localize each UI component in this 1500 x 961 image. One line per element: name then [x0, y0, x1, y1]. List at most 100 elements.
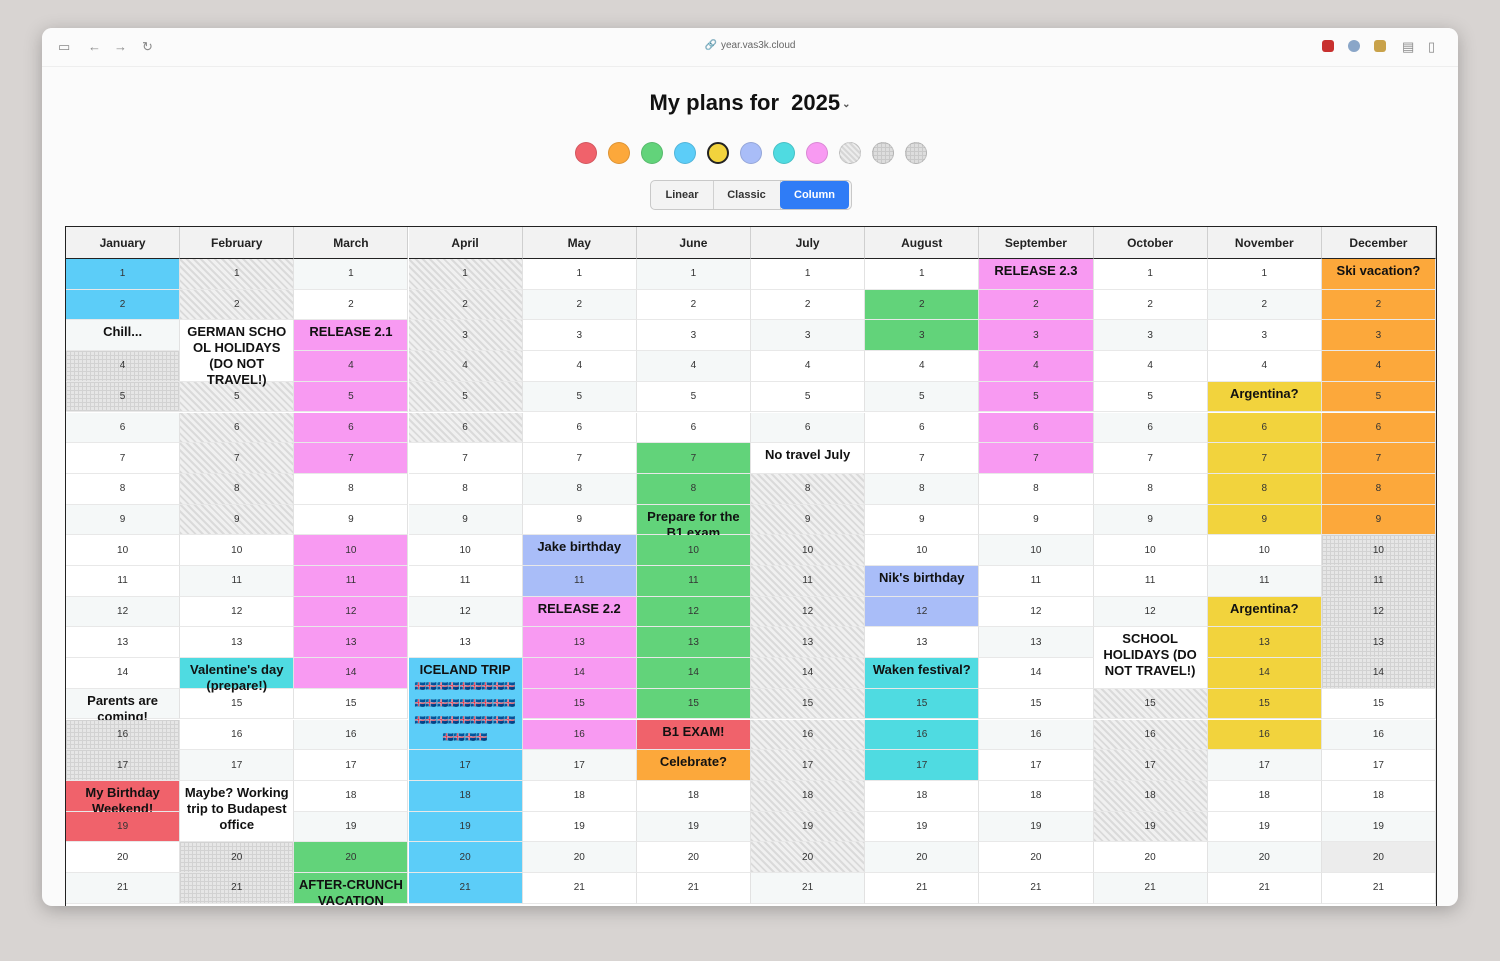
day-cell[interactable]: 19 — [865, 811, 980, 843]
day-cell[interactable]: 12 — [66, 596, 181, 628]
day-cell[interactable]: 11 — [979, 566, 1094, 597]
view-mode-linear[interactable]: Linear — [651, 181, 714, 209]
day-cell[interactable]: 19 — [751, 811, 866, 843]
day-cell[interactable]: 4 — [1093, 351, 1208, 382]
day-cell[interactable]: 16 — [522, 719, 637, 751]
day-cell[interactable]: 15 — [1093, 688, 1208, 720]
day-cell[interactable]: 13 — [180, 627, 295, 659]
year-selector[interactable]: 2025 — [791, 90, 840, 115]
day-cell[interactable]: 9 — [294, 504, 409, 536]
day-cell[interactable]: 7 — [636, 443, 751, 474]
day-cell[interactable]: 11 — [294, 566, 409, 597]
day-cell[interactable]: 20 — [865, 842, 980, 873]
day-cell[interactable]: 17 — [66, 750, 181, 781]
event-label[interactable]: RELEASE 2.1 — [296, 324, 405, 340]
day-cell[interactable]: 2 — [1207, 289, 1322, 321]
day-cell[interactable]: 10 — [979, 535, 1094, 566]
day-cell[interactable]: 4 — [294, 351, 409, 382]
day-cell[interactable]: 11 — [1093, 566, 1208, 597]
day-cell[interactable]: 1 — [636, 259, 751, 290]
day-cell[interactable]: 19 — [1207, 811, 1322, 843]
day-cell[interactable]: 17 — [180, 750, 295, 781]
day-cell[interactable]: 15 — [294, 688, 409, 720]
event-label[interactable]: Argentina? — [1210, 601, 1319, 617]
day-cell[interactable]: 6 — [1321, 412, 1436, 444]
day-cell[interactable]: 9 — [1207, 504, 1322, 536]
day-cell[interactable]: 21 — [1207, 873, 1322, 904]
day-cell[interactable]: 5 — [66, 381, 181, 413]
day-cell[interactable]: Prepare for the B1 exam — [636, 504, 751, 540]
day-cell[interactable]: 21 — [865, 873, 980, 904]
day-cell[interactable]: 13 — [408, 627, 523, 659]
day-cell[interactable]: 20 — [66, 842, 181, 873]
day-cell[interactable]: 17 — [1093, 750, 1208, 781]
color-swatch[interactable] — [575, 142, 597, 164]
day-cell[interactable]: 12 — [979, 596, 1094, 628]
day-cell[interactable]: 17 — [1207, 750, 1322, 781]
address-bar[interactable]: 🔗 year.vas3k.cloud — [42, 40, 1458, 51]
day-cell[interactable]: 19 — [66, 811, 181, 843]
day-cell[interactable]: 18 — [1321, 780, 1436, 812]
event-block[interactable]: ICELAND TRIP 🇮🇸🇮🇸🇮🇸🇮🇸🇮🇸🇮🇸🇮🇸🇮🇸🇮🇸🇮🇸🇮🇸🇮🇸🇮🇸🇮🇸… — [408, 658, 523, 751]
day-cell[interactable]: 5 — [408, 381, 523, 413]
day-cell[interactable]: 18 — [408, 780, 523, 812]
day-cell[interactable]: 13 — [1321, 627, 1436, 659]
day-cell[interactable]: 10 — [1093, 535, 1208, 566]
day-cell[interactable]: 18 — [636, 780, 751, 812]
color-swatch[interactable] — [806, 142, 828, 164]
day-cell[interactable]: 17 — [979, 750, 1094, 781]
day-cell[interactable]: 16 — [180, 719, 295, 751]
event-block[interactable]: SCHOOL HOLIDAYS (DO NOT TRAVEL!) — [1093, 627, 1208, 689]
day-cell[interactable]: 19 — [636, 811, 751, 843]
day-cell[interactable]: 1 — [1207, 259, 1322, 290]
event-block[interactable]: Maybe? Working trip to Budapest office — [180, 780, 295, 843]
day-cell[interactable]: 10 — [294, 535, 409, 566]
color-swatch[interactable] — [674, 142, 696, 164]
day-cell[interactable]: 12 — [1093, 596, 1208, 628]
day-cell[interactable]: 5 — [979, 381, 1094, 413]
day-cell[interactable]: 14 — [294, 658, 409, 689]
day-cell[interactable]: 18 — [751, 780, 866, 812]
day-cell[interactable]: 6 — [408, 412, 523, 444]
day-cell[interactable]: 10 — [1321, 535, 1436, 566]
day-cell[interactable]: 14 — [522, 658, 637, 689]
day-cell[interactable]: 7 — [979, 443, 1094, 474]
day-cell[interactable]: 16 — [66, 719, 181, 751]
day-cell[interactable]: 8 — [66, 473, 181, 505]
day-cell[interactable]: 8 — [294, 473, 409, 505]
day-cell[interactable]: 11 — [1321, 566, 1436, 597]
day-cell[interactable]: 5 — [522, 381, 637, 413]
day-cell[interactable]: 19 — [1093, 811, 1208, 843]
day-cell[interactable]: 4 — [522, 351, 637, 382]
day-cell[interactable]: 13 — [294, 627, 409, 659]
day-cell[interactable]: 1 — [522, 259, 637, 290]
day-cell[interactable]: 2 — [522, 289, 637, 321]
day-cell[interactable]: 5 — [636, 381, 751, 413]
day-cell[interactable]: 17 — [522, 750, 637, 781]
day-cell[interactable]: 7 — [180, 443, 295, 474]
day-cell[interactable]: 3 — [1207, 320, 1322, 352]
day-cell[interactable]: 5 — [1093, 381, 1208, 413]
day-cell[interactable]: Nik's birthday — [865, 566, 980, 597]
day-cell[interactable]: 21 — [180, 873, 295, 904]
day-cell[interactable]: 16 — [1093, 719, 1208, 751]
day-cell[interactable]: 20 — [180, 842, 295, 873]
day-cell[interactable]: 2 — [408, 289, 523, 321]
day-cell[interactable]: 1 — [865, 259, 980, 290]
day-cell[interactable]: 8 — [1321, 473, 1436, 505]
day-cell[interactable]: 15 — [979, 688, 1094, 720]
day-cell[interactable]: 4 — [979, 351, 1094, 382]
day-cell[interactable]: 18 — [1207, 780, 1322, 812]
day-cell[interactable]: 2 — [979, 289, 1094, 321]
day-cell[interactable]: 17 — [865, 750, 980, 781]
day-cell[interactable]: 21 — [751, 873, 866, 904]
day-cell[interactable]: 4 — [636, 351, 751, 382]
day-cell[interactable]: 20 — [522, 842, 637, 873]
event-label[interactable]: RELEASE 2.3 — [981, 263, 1090, 279]
day-cell[interactable]: 8 — [522, 473, 637, 505]
day-cell[interactable]: 18 — [979, 780, 1094, 812]
day-cell[interactable]: 3 — [751, 320, 866, 352]
day-cell[interactable]: 14 — [66, 658, 181, 689]
day-cell[interactable]: 9 — [408, 504, 523, 536]
year-caret-icon[interactable]: ⌄ — [842, 99, 850, 110]
